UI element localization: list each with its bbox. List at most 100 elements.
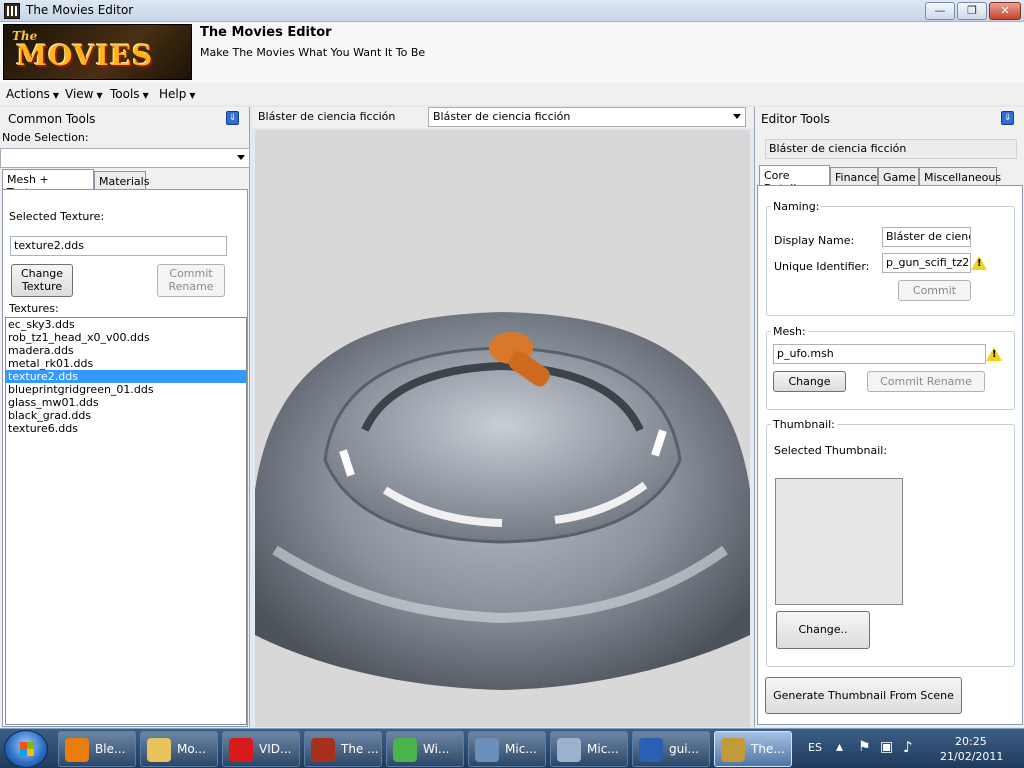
tab-finance[interactable]: Finance: [830, 167, 878, 187]
chevron-down-icon: ▼: [96, 91, 103, 100]
display-name-field[interactable]: Bláster de ciencia: [882, 227, 971, 247]
viewport-toolbar: Bláster de ciencia ficción Bláster de ci…: [252, 107, 753, 128]
windows-logo-icon: [20, 742, 34, 756]
maximize-button[interactable]: ❐: [957, 2, 987, 20]
clock-date[interactable]: 21/02/2011: [940, 750, 1003, 763]
object-name-label: Bláster de ciencia ficción: [258, 110, 396, 123]
chevron-down-icon: ▼: [142, 91, 149, 100]
taskbar-item-label: The...: [751, 742, 785, 756]
taskbar-item[interactable]: Mo...: [140, 731, 218, 767]
textures-list[interactable]: ec_sky3.dds rob_tz1_head_x0_v00.dds madera…: [5, 317, 247, 725]
taskbar-item-label: The ...: [341, 742, 379, 756]
clock-time[interactable]: 20:25: [955, 735, 987, 748]
logo-movies-text: MOVIES: [16, 39, 154, 72]
mesh-field[interactable]: p_ufo.msh: [773, 344, 986, 364]
folder-icon: [147, 738, 171, 762]
taskbar-item[interactable]: The...: [714, 731, 792, 767]
chevron-down-icon: [237, 155, 245, 160]
object-selector-dropdown[interactable]: Bláster de ciencia ficción: [428, 107, 746, 127]
menu-tools[interactable]: Tools ▼: [110, 87, 149, 101]
display-name-label: Display Name:: [774, 234, 855, 247]
language-indicator[interactable]: ES: [808, 741, 822, 754]
volume-icon[interactable]: ♪: [903, 738, 913, 756]
minimize-button[interactable]: —: [925, 2, 955, 20]
close-button[interactable]: ✕: [989, 2, 1021, 20]
editor-tools-panel: Editor Tools ⇓ Bláster de ciencia ficció…: [754, 107, 1024, 727]
texture-list-item[interactable]: metal_rk01.dds: [6, 357, 246, 370]
texture-list-item[interactable]: blueprintgridgreen_01.dds: [6, 383, 246, 396]
3d-viewport[interactable]: [255, 130, 750, 727]
tab-materials[interactable]: Materials: [94, 171, 149, 191]
taskbar-item[interactable]: The ...: [304, 731, 382, 767]
taskbar-item[interactable]: gui...: [632, 731, 710, 767]
menu-actions[interactable]: Actions ▼: [6, 87, 59, 101]
menu-bar: Actions ▼ View ▼ Tools ▼ Help ▼: [0, 83, 1024, 105]
change-mesh-button[interactable]: Change: [773, 371, 846, 392]
selected-texture-field[interactable]: texture2.dds: [10, 236, 227, 256]
selected-texture-label: Selected Texture:: [9, 210, 105, 223]
opera-icon: [229, 738, 253, 762]
windows-live-icon: [393, 738, 417, 762]
generate-thumbnail-button[interactable]: Generate Thumbnail From Scene: [765, 677, 962, 714]
change-texture-button[interactable]: Change Texture: [11, 264, 73, 297]
commit-rename-button[interactable]: Commit Rename: [157, 264, 225, 297]
the-movies-icon: [311, 738, 335, 762]
mesh-textures-page: Selected Texture: texture2.dds Change Te…: [2, 189, 248, 727]
show-hidden-icons-icon[interactable]: ▴: [836, 739, 843, 755]
media-center-icon: [557, 738, 581, 762]
pin-icon[interactable]: ⇓: [226, 111, 239, 125]
chevron-down-icon: ▼: [189, 91, 196, 100]
texture-list-item[interactable]: texture2.dds: [6, 370, 246, 383]
computer-icon: [475, 738, 499, 762]
texture-list-item[interactable]: glass_mw01.dds: [6, 396, 246, 409]
title-bar: The Movies Editor — ❐ ✕: [0, 0, 1024, 22]
warning-icon: !: [986, 347, 1002, 361]
word-doc-icon: [639, 738, 663, 762]
chevron-down-icon: ▼: [52, 91, 59, 100]
thumbnail-legend: Thumbnail:: [771, 418, 837, 431]
taskbar-item-label: Wi...: [423, 742, 450, 756]
unique-id-field[interactable]: p_gun_scifi_tz2: [882, 253, 971, 273]
menu-view[interactable]: View ▼: [65, 87, 103, 101]
tab-core-details[interactable]: Core Details: [759, 165, 830, 195]
change-thumbnail-button[interactable]: Change..: [776, 611, 870, 649]
texture-list-item[interactable]: madera.dds: [6, 344, 246, 357]
texture-list-item[interactable]: rob_tz1_head_x0_v00.dds: [6, 331, 246, 344]
taskbar-item[interactable]: Mic...: [550, 731, 628, 767]
node-selection-dropdown[interactable]: [0, 148, 250, 168]
texture-list-item[interactable]: texture6.dds: [6, 422, 246, 435]
taskbar-item[interactable]: VID...: [222, 731, 300, 767]
taskbar-item-label: Ble...: [95, 742, 126, 756]
commit-rename-mesh-button[interactable]: Commit Rename: [867, 371, 985, 392]
the-movies-logo: The MOVIES: [3, 24, 192, 80]
textures-label: Textures:: [9, 302, 59, 315]
taskbar-item[interactable]: Wi...: [386, 731, 464, 767]
taskbar-item-label: Mic...: [587, 742, 619, 756]
naming-legend: Naming:: [771, 200, 822, 213]
commit-naming-button[interactable]: Commit: [898, 280, 971, 301]
texture-list-item[interactable]: black_grad.dds: [6, 409, 246, 422]
menu-help[interactable]: Help ▼: [159, 87, 196, 101]
node-selection-label: Node Selection:: [2, 131, 89, 144]
ufo-inner-bowl: [323, 346, 682, 544]
action-center-flag-icon[interactable]: ⚑: [858, 739, 871, 755]
tab-game[interactable]: Game: [878, 167, 919, 187]
pin-icon[interactable]: ⇓: [1001, 111, 1014, 125]
3d-model-render: [255, 312, 750, 690]
window-title: The Movies Editor: [26, 3, 134, 17]
taskbar-item-label: Mo...: [177, 742, 206, 756]
editor-tools-caption: Editor Tools: [761, 112, 830, 126]
chevron-down-icon: [733, 114, 741, 119]
network-icon[interactable]: ▣: [880, 739, 893, 755]
tab-mesh-textures[interactable]: Mesh + Textures: [2, 169, 94, 199]
unique-id-label: Unique Identifier:: [774, 260, 870, 273]
tab-miscellaneous[interactable]: Miscellaneous: [919, 167, 1001, 187]
the-movies-editor-icon: [721, 738, 745, 762]
start-button[interactable]: [4, 730, 48, 768]
taskbar-item[interactable]: Ble...: [58, 731, 136, 767]
windows-taskbar: Ble... Mo... VID... The ... Wi... Mic... Mic..…: [0, 728, 1024, 768]
taskbar-item[interactable]: Mic...: [468, 731, 546, 767]
texture-list-item[interactable]: ec_sky3.dds: [6, 318, 246, 331]
app-header: The MOVIES The Movies Editor Make The Mo…: [0, 22, 1024, 83]
common-tools-caption: Common Tools: [8, 112, 96, 126]
